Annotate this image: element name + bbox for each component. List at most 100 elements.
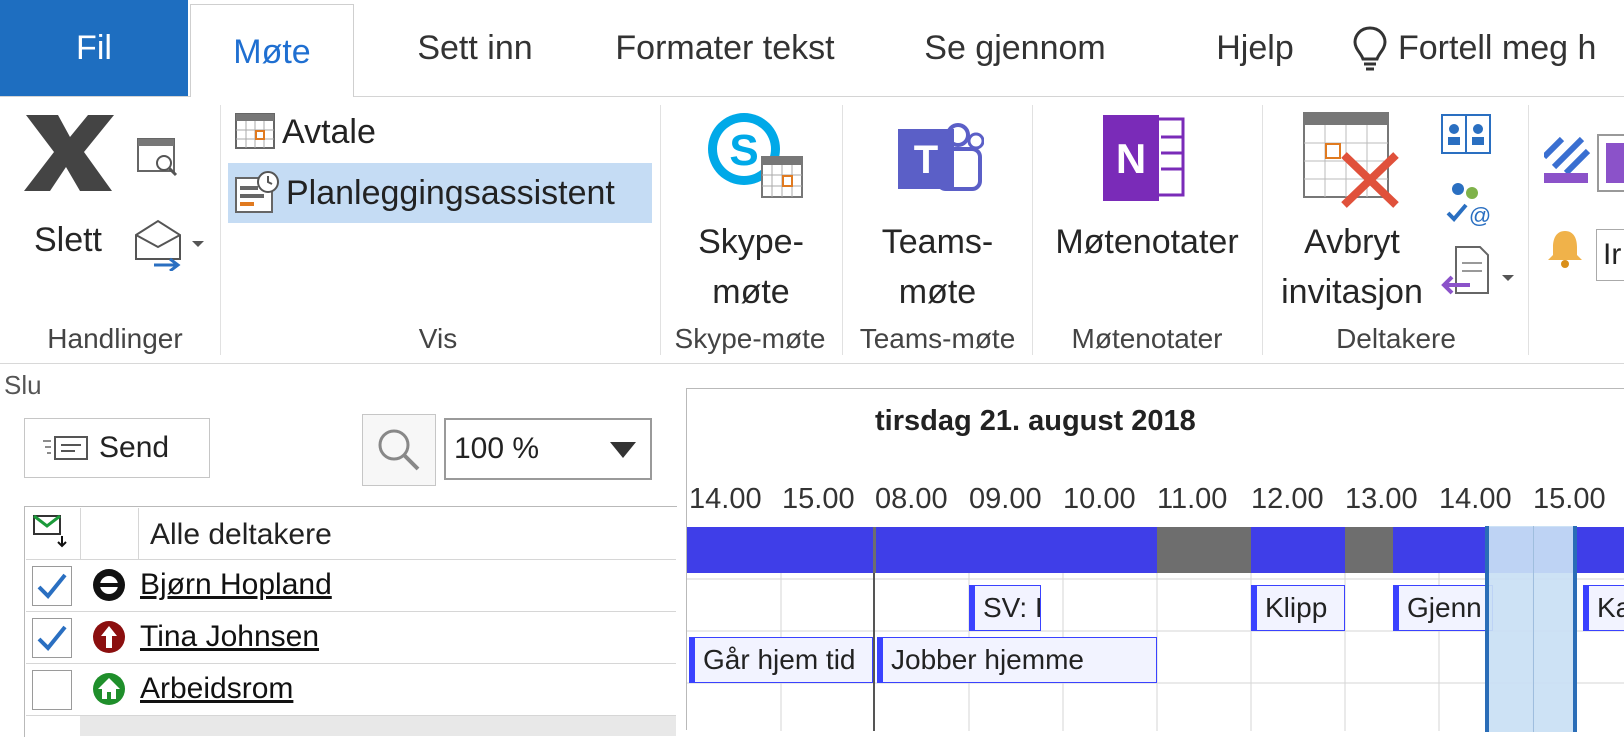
busy-block [687,527,873,573]
teams-label-2: møte [898,273,977,311]
appointment-block[interactable]: Gjenn [1393,585,1493,631]
group-separator [660,105,661,355]
tell-me-label: Fortell meg h [1398,28,1597,67]
attendee-header-row: Alle deltakere [26,508,676,560]
send-label: Send [99,431,170,464]
attendee-checkbox[interactable] [32,566,72,606]
tab-sett-inn[interactable]: Sett inn [380,0,570,96]
tab-se-gjennom[interactable]: Se gjennom [900,0,1130,96]
tell-me-search[interactable]: Fortell meg h [1350,0,1624,96]
zoom-dropdown[interactable]: 100 % [444,418,652,480]
attendee-name[interactable]: Tina Johnsen [140,620,319,654]
group-label-skype: Skype-møte [674,323,826,354]
hour-label: 14.00 [1439,483,1512,515]
group-label-motenotater: Møtenotater [1071,323,1223,354]
show-as-color-icon[interactable] [1541,133,1624,198]
checkmark-icon [37,573,67,599]
group-label-teams: Teams-møte [859,323,1016,354]
organizer-icon [93,569,125,601]
meeting-notes-label: Møtenotater [1055,223,1239,261]
svg-text:T: T [914,138,938,182]
tab-hjelp[interactable]: Hjelp [1190,0,1320,96]
reminder-dropdown[interactable]: Ir [1596,229,1624,281]
attendee-name[interactable]: Arbeidsrom [140,672,293,706]
cancel-invitation-label-1: Avbryt [1304,223,1400,261]
hour-label: 10.00 [1063,483,1136,515]
cut-off-label: Slu [4,370,42,400]
zoom-value: 100 % [454,432,540,465]
hour-label: 11.00 [1157,483,1228,515]
checkmark-icon [37,625,67,651]
svg-text:N: N [1116,135,1146,182]
group-label-vis: Vis [418,323,458,354]
magnifier-icon [378,429,420,471]
skype-label-1: Skype- [698,223,804,261]
tab-fil[interactable]: Fil [0,0,188,96]
attendee-row[interactable]: Tina Johnsen [26,612,676,664]
attendee-checkbox[interactable] [32,618,72,658]
forward-envelope-button[interactable] [132,215,212,276]
group-separator [1032,105,1033,355]
column-divider [138,508,139,560]
ribbon-tab-bar: Fil Møte Sett inn Formater tekst Se gjen… [0,0,1624,100]
attendee-row[interactable]: Arbeidsrom [26,664,676,716]
attendee-name[interactable]: Bjørn Hopland [140,568,332,602]
zoom-search-button[interactable] [362,414,436,486]
tab-mote[interactable]: Møte [190,4,354,100]
group-separator [220,105,221,355]
meeting-time-selection[interactable] [1485,526,1577,732]
group-separator [842,105,843,355]
svg-text:S: S [729,126,758,175]
svg-text:@: @ [1469,203,1491,228]
attendee-row[interactable]: Bjørn Hopland [26,560,676,612]
delete-button[interactable]: Slett [18,107,118,307]
teams-meeting-button[interactable]: T Teams- møte [850,107,1025,311]
selection-grid-line [1533,526,1534,732]
required-attendee-icon [93,621,125,653]
ribbon-panel: Slett Handlinger Avtale Planleggingsassi… [0,97,1624,364]
all-attendees-label: Alle deltakere [150,518,332,551]
skype-label-2: møte [712,273,790,311]
envelope-forward-icon [135,219,204,273]
column-divider [80,508,81,560]
reminder-bell-icon[interactable] [1544,227,1586,274]
appointment-block[interactable]: Klipp [1251,585,1345,631]
group-label-handlinger: Handlinger [47,323,183,354]
skype-meeting-button[interactable]: S Skype- møte [666,107,836,311]
appointment-block[interactable]: Går hjem tid [689,637,873,683]
delete-x-icon [24,115,114,191]
appointment-block[interactable]: SV: I [969,585,1041,631]
timeline-grid: tirsdag 21. august 2018 14.00 15.00 08.0… [686,388,1624,732]
response-options-icon [1441,246,1514,295]
attendee-checkbox[interactable] [32,670,72,710]
send-envelope-icon [43,436,88,460]
busy-block [876,527,1157,573]
skype-icon: S [708,113,803,198]
lightbulb-icon [1353,26,1387,71]
cancel-invitation-button[interactable]: Avbryt invitasjon [1268,107,1436,311]
send-button[interactable]: Send [24,418,210,478]
busy-block [1251,527,1345,573]
appointment-block[interactable]: Jobber hjemme [877,637,1157,683]
address-book-icon[interactable] [1440,113,1492,162]
scheduling-assistant-pane: Slu Send 100 % Alle deltakere Bjørn Hopl… [0,364,1624,737]
onenote-icon: N [1103,115,1185,201]
scheduling-assistant-label: Planleggingsassistent [286,173,615,212]
appointment-block[interactable]: Ka [1583,585,1624,631]
new-attendee-row[interactable] [80,716,676,736]
date-header: tirsdag 21. august 2018 [875,405,1196,437]
response-status-icon[interactable] [32,512,72,552]
cancel-invitation-label-2: invitasjon [1281,273,1423,311]
check-names-icon[interactable]: @ [1444,179,1496,234]
appointment-label: Avtale [282,112,376,151]
appointment-view-button[interactable]: Avtale [228,107,648,157]
tab-formater-tekst[interactable]: Formater tekst [590,0,860,96]
calendar-search-icon[interactable] [136,137,180,184]
response-options-button[interactable] [1440,245,1520,306]
hour-label: 13.00 [1345,483,1418,515]
meeting-notes-button[interactable]: N Møtenotater [1036,107,1258,307]
teams-label-1: Teams- [881,223,994,261]
hour-label: 09.00 [969,483,1042,515]
scheduling-assistant-button[interactable]: Planleggingsassistent [228,163,652,223]
hour-label: 08.00 [875,483,948,515]
